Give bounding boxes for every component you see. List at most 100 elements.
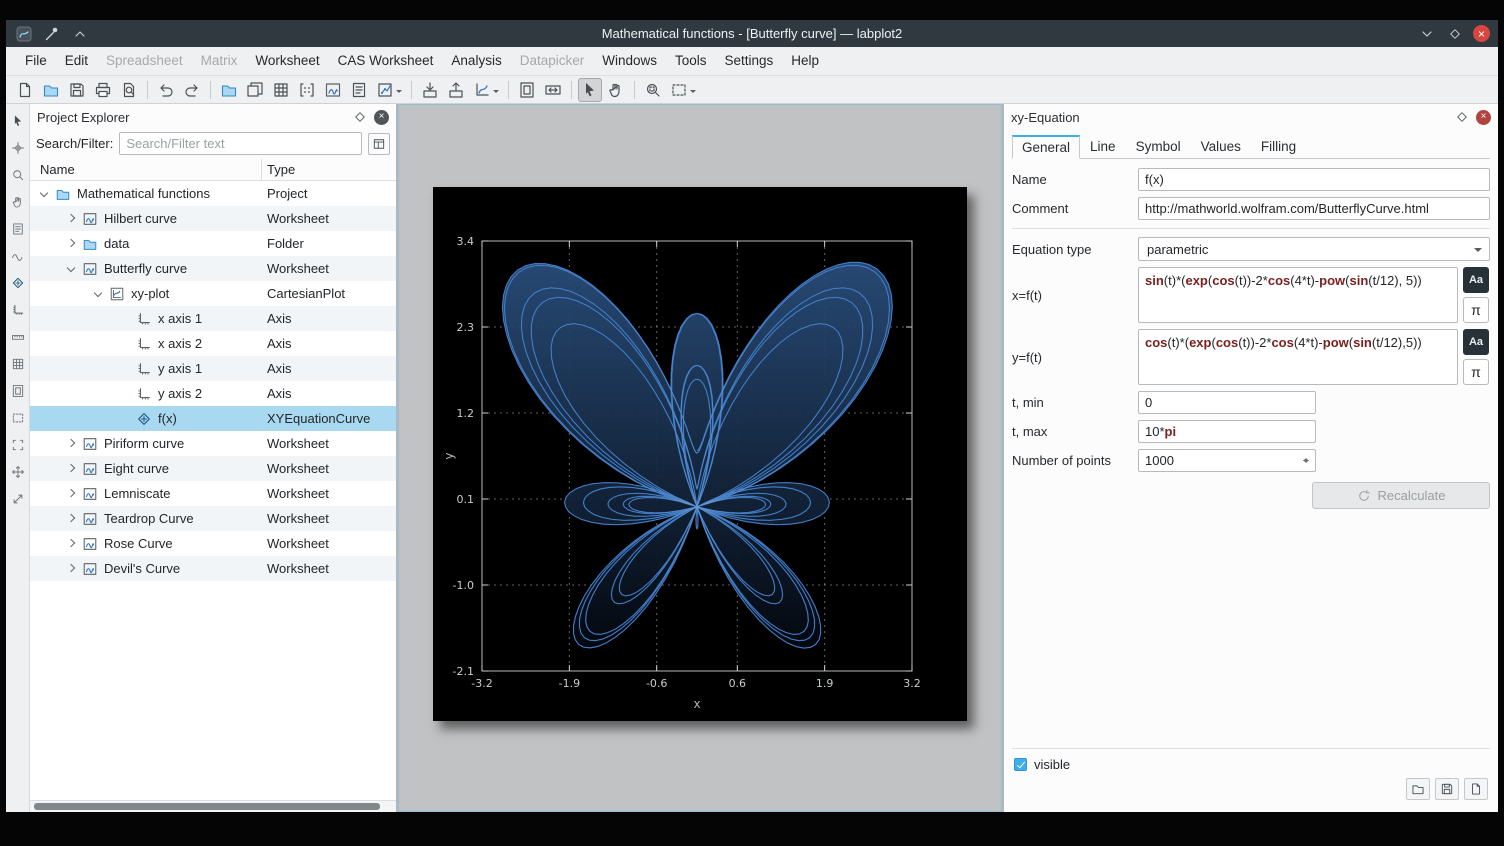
x-constants-button[interactable]: Aa — [1463, 267, 1489, 293]
move-tool-button[interactable] — [9, 463, 27, 481]
corners-tool-button[interactable] — [9, 436, 27, 454]
expander-icon[interactable] — [67, 514, 76, 523]
column-header-type[interactable]: Type — [262, 162, 295, 177]
recalculate-button[interactable]: Recalculate — [1312, 482, 1490, 509]
t-max-input[interactable]: 10*pi — [1138, 420, 1316, 443]
zoom-fit-page-button[interactable] — [515, 78, 539, 102]
new-plot-button[interactable] — [470, 78, 502, 102]
menu-cas-worksheet[interactable]: CAS Worksheet — [329, 47, 443, 75]
points-spinner[interactable]: 1000 — [1138, 449, 1316, 472]
axis-tool-button[interactable] — [9, 301, 27, 319]
float-panel-icon[interactable] — [1455, 110, 1469, 124]
new-notes-button[interactable] — [347, 78, 371, 102]
tree-row-butterfly-curve[interactable]: Butterfly curveWorksheet — [30, 256, 396, 281]
x-functions-button[interactable]: π — [1463, 297, 1489, 323]
expander-icon[interactable] — [67, 539, 76, 548]
menu-settings[interactable]: Settings — [716, 47, 783, 75]
tab-general[interactable]: General — [1012, 135, 1080, 159]
menu-file[interactable]: File — [16, 47, 56, 75]
tab-line[interactable]: Line — [1080, 135, 1126, 159]
dashed-select-tool-button[interactable] — [9, 409, 27, 427]
tree-row-devil-s-curve[interactable]: Devil's CurveWorksheet — [30, 556, 396, 581]
close-panel-icon[interactable]: × — [374, 110, 389, 125]
menu-edit[interactable]: Edit — [56, 47, 97, 75]
expander-icon[interactable] — [67, 264, 76, 273]
print-button[interactable] — [91, 78, 115, 102]
expander-icon[interactable] — [94, 289, 103, 298]
tree-row-y-axis-2[interactable]: y axis 2Axis — [30, 381, 396, 406]
tree-row-x-axis-1[interactable]: x axis 1Axis — [30, 306, 396, 331]
text-tool-button[interactable] — [9, 220, 27, 238]
visible-checkbox[interactable] — [1014, 758, 1027, 771]
tree-row-data[interactable]: dataFolder — [30, 231, 396, 256]
expander-icon[interactable] — [40, 189, 49, 198]
y-equation-input[interactable]: cos(t)*(exp(cos(t))-2*cos(4*t)-pow(sin(t… — [1138, 329, 1458, 385]
chevron-down-icon[interactable] — [1417, 24, 1437, 44]
print-preview-button[interactable] — [117, 78, 141, 102]
tree-row-x-axis-2[interactable]: x axis 2Axis — [30, 331, 396, 356]
expander-icon[interactable] — [67, 564, 76, 573]
tree-row-eight-curve[interactable]: Eight curveWorksheet — [30, 456, 396, 481]
tree-row-xy-plot[interactable]: xy-plotCartesianPlot — [30, 281, 396, 306]
menu-windows[interactable]: Windows — [593, 47, 666, 75]
close-panel-icon[interactable]: × — [1476, 110, 1491, 125]
zoom-select-button[interactable] — [641, 78, 665, 102]
import-button[interactable] — [418, 78, 442, 102]
menu-worksheet[interactable]: Worksheet — [246, 47, 328, 75]
expander-icon[interactable] — [67, 239, 76, 248]
search-input[interactable] — [119, 132, 362, 155]
new-worksheet-button[interactable] — [321, 78, 345, 102]
expander-icon[interactable] — [67, 439, 76, 448]
restore-icon[interactable] — [1445, 24, 1465, 44]
zoom-fit-width-button[interactable] — [541, 78, 565, 102]
pin-icon[interactable] — [42, 24, 62, 44]
tree-row-hilbert-curve[interactable]: Hilbert curveWorksheet — [30, 206, 396, 231]
filter-options-button[interactable] — [368, 133, 390, 155]
shape-tool-button[interactable] — [9, 274, 27, 292]
horizontal-scrollbar[interactable] — [30, 800, 396, 812]
scrollbar-thumb[interactable] — [34, 803, 380, 810]
expander-icon[interactable] — [67, 464, 76, 473]
expand-tool-button[interactable] — [9, 490, 27, 508]
grid-tool-button[interactable] — [9, 355, 27, 373]
redo-button[interactable] — [180, 78, 204, 102]
float-panel-icon[interactable] — [353, 110, 367, 124]
new-datapicker-button[interactable] — [373, 78, 405, 102]
tree-row-lemniscate[interactable]: LemniscateWorksheet — [30, 481, 396, 506]
column-header-name[interactable]: Name — [30, 159, 262, 180]
crosshair-tool-button[interactable] — [9, 139, 27, 157]
menu-tools[interactable]: Tools — [666, 47, 716, 75]
save-project-button[interactable] — [65, 78, 89, 102]
zoom-tool-button[interactable] — [9, 166, 27, 184]
select-region-button[interactable] — [667, 78, 699, 102]
chevron-up-icon[interactable] — [70, 24, 90, 44]
tree-row-teardrop-curve[interactable]: Teardrop CurveWorksheet — [30, 506, 396, 531]
undo-button[interactable] — [154, 78, 178, 102]
y-functions-button[interactable]: π — [1463, 359, 1489, 385]
tree-row-mathematical-functions[interactable]: Mathematical functionsProject — [30, 181, 396, 206]
template-export-button[interactable] — [1464, 778, 1488, 800]
export-button[interactable] — [444, 78, 468, 102]
name-input[interactable] — [1138, 168, 1490, 191]
pan-tool-button[interactable] — [9, 193, 27, 211]
plot-canvas[interactable]: -3.2-1.9-0.60.61.93.23.42.31.20.1-1.0-2.… — [433, 187, 967, 721]
y-constants-button[interactable]: Aa — [1463, 329, 1489, 355]
select-tool-button[interactable] — [9, 112, 27, 130]
close-icon[interactable]: × — [1473, 25, 1490, 42]
template-save-button[interactable] — [1435, 778, 1459, 800]
new-matrix-button[interactable] — [295, 78, 319, 102]
comment-input[interactable] — [1138, 197, 1490, 220]
expander-icon[interactable] — [67, 214, 76, 223]
tab-filling[interactable]: Filling — [1251, 135, 1306, 159]
tree-row-rose-curve[interactable]: Rose CurveWorksheet — [30, 531, 396, 556]
open-project-button[interactable] — [39, 78, 63, 102]
t-min-input[interactable] — [1138, 391, 1316, 414]
menu-help[interactable]: Help — [782, 47, 828, 75]
new-workbook-button[interactable] — [243, 78, 267, 102]
new-project-button[interactable] — [13, 78, 37, 102]
x-equation-input[interactable]: sin(t)*(exp(cos(t))-2*cos(4*t)-pow(sin(t… — [1138, 267, 1458, 323]
select-pointer-button[interactable] — [578, 78, 602, 102]
new-folder-button[interactable] — [217, 78, 241, 102]
tree-row-f-x[interactable]: f(x)XYEquationCurve — [30, 406, 396, 431]
tab-values[interactable]: Values — [1191, 135, 1251, 159]
